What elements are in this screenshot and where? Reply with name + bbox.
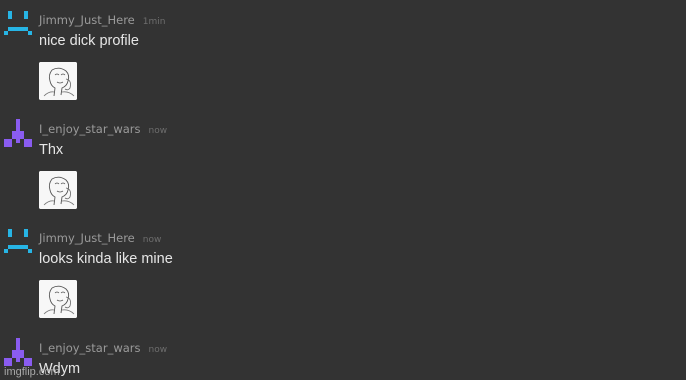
meme-thumbnail[interactable] bbox=[39, 171, 77, 209]
timestamp: 1min bbox=[142, 17, 166, 27]
message-text: Thx bbox=[39, 142, 64, 158]
timestamp: now bbox=[142, 235, 162, 245]
watermark: imgflip.com bbox=[4, 366, 60, 378]
username[interactable]: Jimmy_Just_Here 1min bbox=[39, 13, 165, 29]
pixel-face-icon[interactable] bbox=[4, 11, 32, 39]
username-text[interactable]: I_enjoy_star_wars bbox=[39, 122, 141, 136]
username[interactable]: I_enjoy_star_wars now bbox=[39, 122, 167, 138]
username-text[interactable]: I_enjoy_star_wars bbox=[39, 341, 141, 355]
username[interactable]: Jimmy_Just_Here now bbox=[39, 231, 161, 247]
meme-thumbnail[interactable] bbox=[39, 280, 77, 318]
username-text[interactable]: Jimmy_Just_Here bbox=[39, 231, 135, 245]
timestamp: now bbox=[148, 345, 168, 355]
meme-thumbnail[interactable] bbox=[39, 62, 77, 100]
message-text: looks kinda like mine bbox=[39, 251, 173, 267]
message-text: nice dick profile bbox=[39, 33, 139, 49]
username[interactable]: I_enjoy_star_wars now bbox=[39, 341, 167, 357]
timestamp: now bbox=[148, 126, 168, 136]
pixel-triangle-icon[interactable] bbox=[4, 338, 32, 366]
pixel-face-icon[interactable] bbox=[4, 229, 32, 257]
pixel-triangle-icon[interactable] bbox=[4, 119, 32, 147]
username-text[interactable]: Jimmy_Just_Here bbox=[39, 13, 135, 27]
